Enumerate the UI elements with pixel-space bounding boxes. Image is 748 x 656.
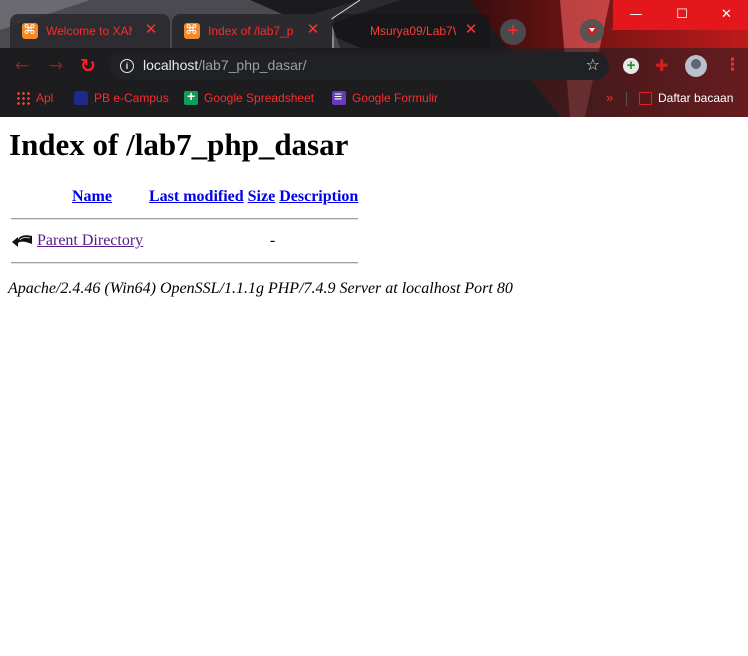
close-tab-icon[interactable]: ✕ <box>142 21 160 39</box>
tab-github[interactable]: Msurya09/Lab7Web ✕ <box>334 14 490 48</box>
row-icon-cell <box>10 231 34 251</box>
table-row: Parent Directory - <box>10 231 359 251</box>
divider <box>10 209 359 229</box>
bookmarks-bar: Apl PB e-Campus Google Spreadsheet Googl… <box>0 84 748 112</box>
extensions-puzzle-icon[interactable]: ✚ <box>655 56 668 75</box>
close-window-button[interactable]: ✕ <box>705 0 748 30</box>
tab-strip: Welcome to XAMPP ✕ Index of /lab7_php_da… <box>0 0 748 48</box>
xampp-favicon-icon <box>22 22 38 39</box>
divider <box>10 253 359 273</box>
back-arrow-icon <box>12 235 32 248</box>
new-tab-button[interactable]: + <box>500 19 526 45</box>
tab-title: Welcome to XAMPP <box>46 24 132 38</box>
close-tab-icon[interactable]: ✕ <box>462 21 480 39</box>
sheets-icon <box>184 88 198 105</box>
tab-xampp[interactable]: Welcome to XAMPP ✕ <box>10 14 170 48</box>
sort-by-description-link[interactable]: Description <box>279 188 358 205</box>
info-icon[interactable]: i <box>120 59 134 73</box>
maximize-button[interactable]: ☐ <box>659 0 705 30</box>
reading-list-button[interactable]: Daftar bacaan <box>639 90 733 106</box>
close-tab-icon[interactable]: ✕ <box>304 21 322 39</box>
bookmark-label: Google Formulir <box>352 91 439 105</box>
description-cell <box>278 231 359 251</box>
bookmarks-overflow-button[interactable]: » <box>606 90 613 105</box>
tab-title: Msurya09/Lab7Web <box>370 24 456 38</box>
sort-by-size-link[interactable]: Size <box>248 188 276 205</box>
parent-directory-link[interactable]: Parent Directory <box>37 232 143 249</box>
reading-list-icon <box>639 91 652 105</box>
reading-list-label: Daftar bacaan <box>658 91 734 105</box>
page-content: Index of /lab7_php_dasar Name Last modif… <box>0 117 748 656</box>
tab-index[interactable]: Index of /lab7_php_dasar ✕ <box>172 14 332 48</box>
campus-icon <box>74 91 88 105</box>
forward-arrow-icon[interactable]: → <box>44 54 68 78</box>
back-arrow-icon[interactable]: ← <box>10 54 34 78</box>
url-text[interactable]: localhost/lab7_php_dasar/ <box>143 57 306 73</box>
address-bar[interactable]: i localhost/lab7_php_dasar/ ☆ <box>109 52 609 80</box>
bookmark-apl[interactable]: Apl <box>16 90 53 106</box>
bookmark-star-icon[interactable]: ☆ <box>586 55 600 74</box>
bookmark-google-formulir[interactable]: Google Formulir <box>332 88 439 106</box>
size-cell: - <box>269 232 276 249</box>
kebab-menu-icon[interactable]: ⋮ <box>724 55 741 75</box>
profile-avatar[interactable] <box>685 55 707 77</box>
bookmark-google-spreadsheet[interactable]: Google Spreadsheet <box>184 88 315 106</box>
icon-column-header <box>10 187 34 207</box>
table-divider-row <box>10 209 359 229</box>
bookmarks-divider <box>626 92 627 106</box>
forms-icon <box>332 88 346 105</box>
bookmark-label: Apl <box>36 91 54 105</box>
server-signature: Apache/2.4.46 (Win64) OpenSSL/1.1.1g PHP… <box>8 280 513 297</box>
extension-add-icon[interactable]: + <box>623 58 639 74</box>
browser-chrome: Welcome to XAMPP ✕ Index of /lab7_php_da… <box>0 0 748 117</box>
table-header-row: Name Last modified Size Description <box>10 187 359 207</box>
bookmark-label: PB e-Campus <box>94 91 169 105</box>
table-divider-row <box>10 253 359 273</box>
reload-icon[interactable]: ↻ <box>76 54 100 78</box>
page-title: Index of /lab7_php_dasar <box>9 127 349 162</box>
directory-listing-table: Name Last modified Size Description Pare… <box>8 185 361 275</box>
tab-title: Index of /lab7_php_dasar <box>208 24 294 38</box>
sort-by-name-link[interactable]: Name <box>72 188 112 205</box>
apps-grid-icon <box>16 91 30 105</box>
chevron-down-icon <box>589 28 595 32</box>
sort-by-last-modified-link[interactable]: Last modified <box>149 188 244 205</box>
url-host: localhost <box>143 57 199 73</box>
bookmark-pb-ecampus[interactable]: PB e-Campus <box>74 90 169 106</box>
bookmark-label: Google Spreadsheet <box>204 91 315 105</box>
xampp-favicon-icon <box>184 22 200 39</box>
minimize-button[interactable]: — <box>613 0 659 30</box>
url-path: /lab7_php_dasar/ <box>198 57 307 73</box>
tab-search-button[interactable] <box>580 19 604 43</box>
